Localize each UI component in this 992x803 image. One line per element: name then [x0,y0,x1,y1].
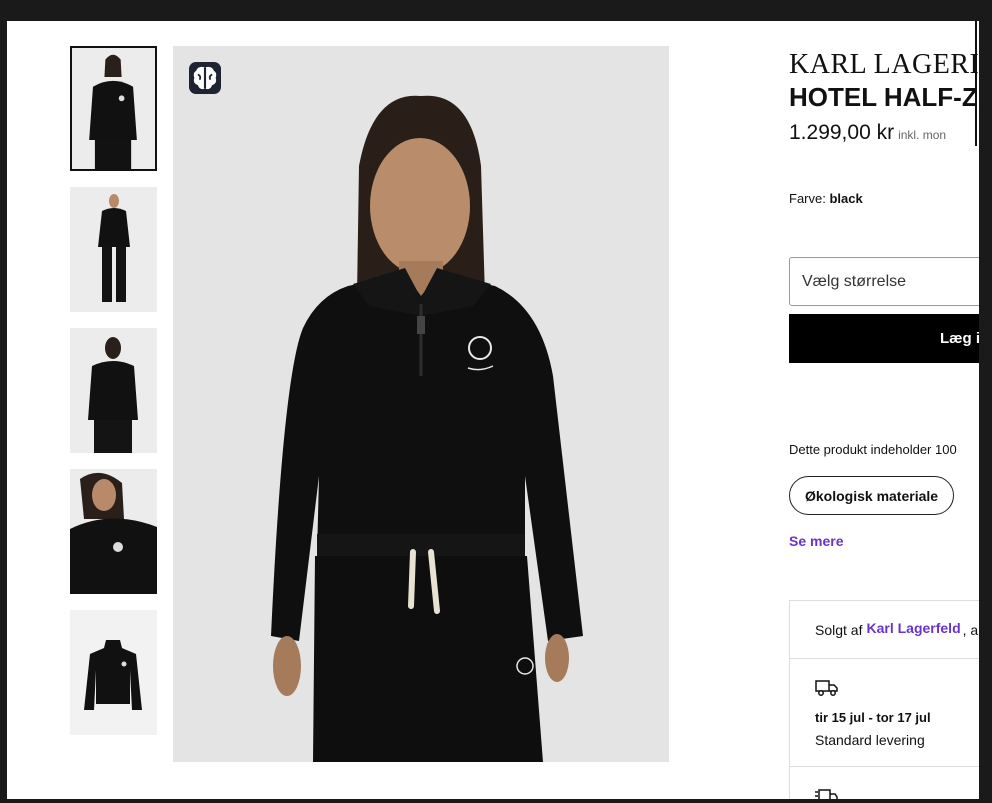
truck-icon [815,680,838,696]
price-line: 1.299,00 kr inkl. mon [789,121,946,145]
thumbnail-image [70,469,157,594]
product-page: KARL LAGERI HOTEL HALF-Z 1.299,00 kr inkl… [7,21,979,799]
delivery-type: Standard levering [815,732,925,748]
seller-suffix: , a [962,621,979,638]
gallery-thumbnail-2[interactable] [70,187,157,312]
price: 1.299,00 kr [789,121,895,144]
thumbnail-image [72,48,155,169]
color-label: Farve: [789,191,826,206]
gallery-thumbnail-3[interactable] [70,328,157,453]
thumbnail-image [70,187,157,312]
color-info: Farve: black [789,191,863,206]
organic-material-badge[interactable]: Økologisk materiale [789,476,955,515]
add-to-cart-button[interactable]: Læg i [789,314,979,363]
price-note: inkl. mon [898,128,947,142]
seller-info: Solgt af Karl Lagerfeld , a [790,601,979,659]
window-edge [979,21,992,803]
size-select-placeholder: Vælg størrelse [802,272,907,290]
delivery-info: tir 15 jul - tor 17 jul Standard leverin… [790,659,979,767]
product-title: HOTEL HALF-Z [789,82,978,112]
thumbnail-image [70,328,157,453]
gallery-thumbnail-5[interactable] [70,610,157,735]
seller-link[interactable]: Karl Lagerfeld [866,620,960,636]
add-to-cart-label: Læg i [940,330,979,347]
size-select[interactable]: Vælg størrelse [789,257,979,306]
gallery-thumbnail-4[interactable] [70,469,157,594]
model-illustration [173,46,669,762]
see-more-link[interactable]: Se mere [789,533,843,549]
brand-name[interactable]: KARL LAGERI [789,49,979,81]
express-delivery-row [815,788,839,799]
thumbnail-image [70,610,157,735]
brain-icon [193,66,217,90]
color-value: black [829,191,863,206]
ai-badge[interactable] [189,62,221,94]
main-product-image[interactable] [173,46,669,762]
fast-truck-icon [815,789,838,799]
material-info: Dette produkt indeholder 100 [789,442,957,457]
seller-prefix: Solgt af [815,621,863,638]
seller-delivery-box: Solgt af Karl Lagerfeld , a tir 15 jul -… [789,600,979,799]
delivery-dates: tir 15 jul - tor 17 jul [815,710,931,725]
text-cursor [975,21,977,146]
gallery-thumbnail-1[interactable] [70,46,157,171]
